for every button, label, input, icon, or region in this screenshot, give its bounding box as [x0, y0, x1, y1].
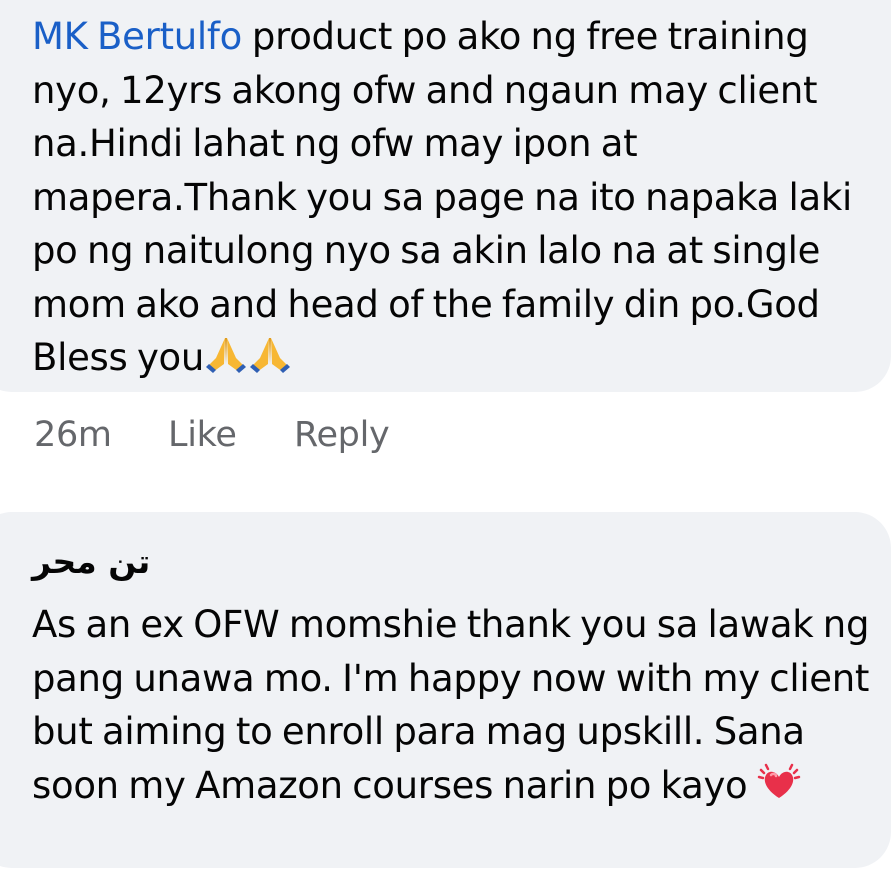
comment-bubble: تن محر As an ex OFW momshie thank you sa… [0, 512, 891, 868]
comment-actions: 26m Like Reply [34, 410, 390, 460]
folded-hands-icon [206, 338, 247, 373]
comment-text: product po ako ng free training nyo, 12y… [32, 15, 852, 379]
comment-body: MK Bertulfo product po ako ng free traini… [32, 10, 871, 385]
comment-timestamp[interactable]: 26m [34, 415, 168, 455]
beating-heart-icon [757, 763, 801, 798]
comment-author-link[interactable]: MK Bertulfo [32, 15, 242, 58]
comment-author-link[interactable]: تن محر [32, 540, 871, 598]
comment-bubble: MK Bertulfo product po ako ng free traini… [0, 0, 891, 392]
comment-text: As an ex OFW momshie thank you sa lawak … [32, 603, 870, 807]
folded-hands-icon [250, 338, 291, 373]
reply-button[interactable]: Reply [294, 415, 390, 455]
like-button[interactable]: Like [168, 415, 294, 455]
comment-body: As an ex OFW momshie thank you sa lawak … [32, 598, 871, 812]
